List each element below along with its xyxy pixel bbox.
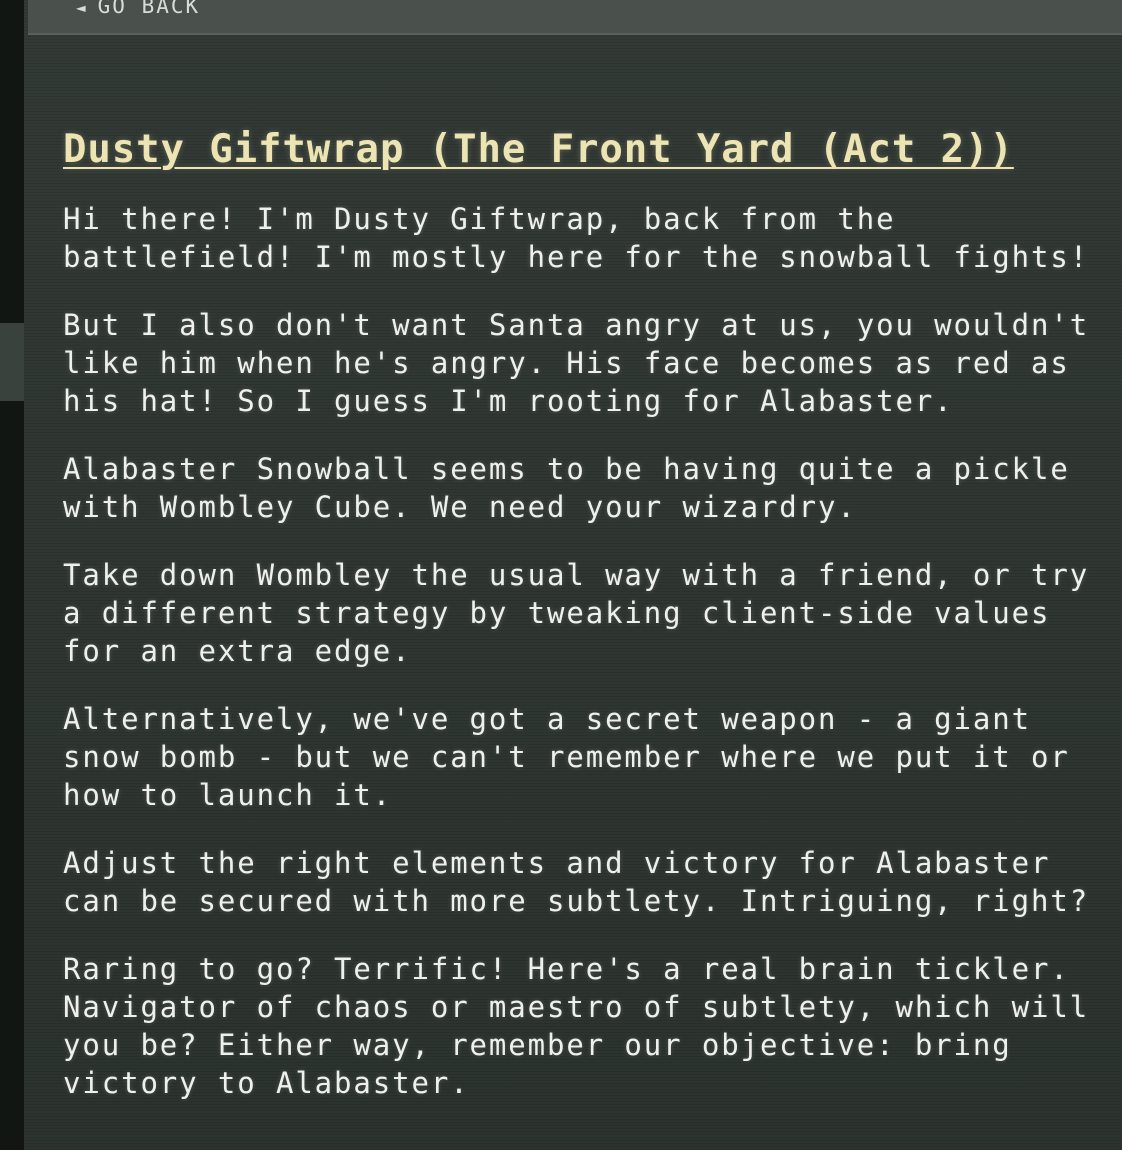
character-title: Dusty Giftwrap (The Front Yard (Act 2)) xyxy=(63,127,1014,172)
go-back-label: GO BACK xyxy=(97,0,201,18)
left-edge-strip xyxy=(0,0,24,1150)
dialog-paragraph: Adjust the right elements and victory fo… xyxy=(63,846,1090,918)
back-arrow-icon: ◄ xyxy=(76,0,88,17)
top-bar: ◄ GO BACK xyxy=(28,0,1122,35)
dialog-paragraph: Hi there! I'm Dusty Giftwrap, back from … xyxy=(63,202,1090,274)
dialog-paragraph: Take down Wombley the usual way with a f… xyxy=(63,558,1090,668)
dialog-paragraph: Alternatively, we've got a secret weapon… xyxy=(63,702,1070,812)
dialog-content: Dusty Giftwrap (The Front Yard (Act 2)) … xyxy=(63,126,1103,1132)
go-back-button[interactable]: ◄ GO BACK xyxy=(76,0,200,18)
dialog-paragraph: Alabaster Snowball seems to be having qu… xyxy=(63,452,1070,524)
dialog-paragraph: But I also don't want Santa angry at us,… xyxy=(63,308,1090,418)
side-tab[interactable] xyxy=(0,323,24,401)
dialog-paragraph: Raring to go? Terrific! Here's a real br… xyxy=(63,952,1090,1100)
